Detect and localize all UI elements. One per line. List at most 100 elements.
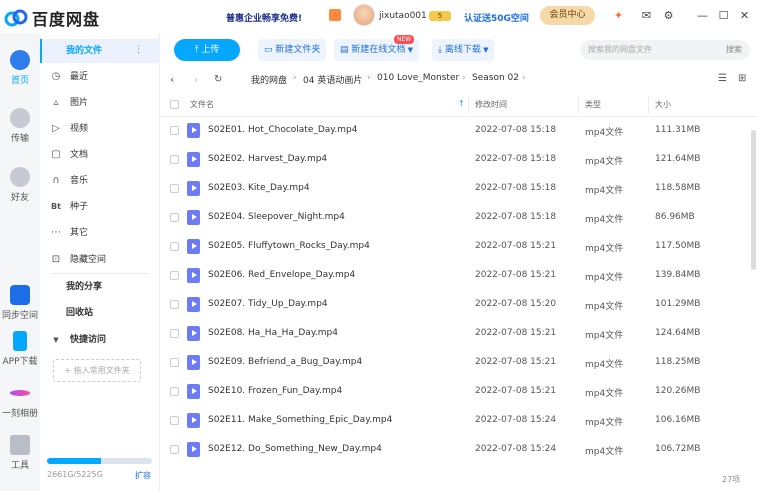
nav-item-docs[interactable]: ▢ 文档 xyxy=(50,145,88,165)
row-checkbox[interactable] xyxy=(170,184,179,193)
row-checkbox[interactable] xyxy=(170,358,179,367)
table-row[interactable]: S02E05. Fluffytown_Rocks_Day.mp4 2022-07-… xyxy=(160,233,750,262)
scrollbar[interactable] xyxy=(751,130,756,270)
sidebar-item-album[interactable]: 一刻相册 xyxy=(0,383,40,419)
row-checkbox[interactable] xyxy=(170,271,179,280)
nav-item-recent[interactable]: ◷ 最近 xyxy=(50,67,88,87)
table-row[interactable]: S02E08. Ha_Ha_Ha_Day.mp4 2022-07-08 15:21… xyxy=(160,320,750,349)
avatar[interactable] xyxy=(353,4,375,26)
file-name[interactable]: S02E10. Frozen_Fun_Day.mp4 xyxy=(208,386,342,396)
sidebar-item-app-download[interactable]: APP下载 xyxy=(0,331,40,367)
sidebar-item-transfer[interactable]: 传输 xyxy=(0,108,40,144)
column-header-type[interactable]: 类型 xyxy=(585,99,601,110)
nav-item-hidden-space[interactable]: ⊡ 隐藏空间 xyxy=(50,250,106,270)
file-name[interactable]: S02E11. Make_Something_Epic_Day.mp4 xyxy=(208,415,392,425)
maximize-icon[interactable]: ☐ xyxy=(717,9,730,22)
more-options-icon[interactable]: ⋮ xyxy=(134,45,143,55)
nav-item-label: 视频 xyxy=(70,124,89,134)
refresh-icon[interactable]: ↻ xyxy=(214,74,222,85)
breadcrumb-item[interactable]: 我的网盘 xyxy=(251,73,287,86)
offline-download-button[interactable]: ⤓ 离线下载 ▼ xyxy=(432,39,495,61)
app-logo[interactable]: 百度网盘 xyxy=(4,6,100,30)
certify-promo-link[interactable]: 认证送50G空间 xyxy=(464,11,529,24)
table-row[interactable]: S02E09. Befriend_a_Bug_Day.mp4 2022-07-08… xyxy=(160,349,750,378)
upload-button[interactable]: ⤒ 上传 xyxy=(174,39,240,61)
row-checkbox[interactable] xyxy=(170,126,179,135)
file-size: 101.29MB xyxy=(655,299,701,309)
table-row[interactable]: S02E12. Do_Something_New_Day.mp4 2022-07-… xyxy=(160,436,750,465)
select-all-checkbox[interactable] xyxy=(170,100,179,109)
file-name[interactable]: S02E01. Hot_Chocolate_Day.mp4 xyxy=(208,125,357,135)
gift-icon[interactable] xyxy=(329,9,341,21)
column-header-time[interactable]: 修改时间 xyxy=(475,99,507,110)
column-header-name[interactable]: 文件名 xyxy=(190,99,214,110)
file-name[interactable]: S02E06. Red_Envelope_Day.mp4 xyxy=(208,270,355,280)
row-checkbox[interactable] xyxy=(170,155,179,164)
sort-asc-icon[interactable]: ↑ xyxy=(458,99,465,108)
row-checkbox[interactable] xyxy=(170,387,179,396)
add-favorite-folder-dropzone[interactable]: + 拖入常用文件夹 xyxy=(53,359,141,382)
file-size: 117.50MB xyxy=(655,241,701,251)
file-name[interactable]: S02E02. Harvest_Day.mp4 xyxy=(208,154,327,164)
row-checkbox[interactable] xyxy=(170,445,179,454)
nav-item-other[interactable]: ⋯ 其它 xyxy=(50,223,88,243)
storage-progress-fill xyxy=(47,458,101,464)
video-file-icon xyxy=(187,355,200,370)
nav-item-videos[interactable]: ▷ 视频 xyxy=(50,119,88,139)
game-icon[interactable]: ✦ xyxy=(612,9,625,22)
video-icon: ▷ xyxy=(52,123,60,134)
expand-storage-link[interactable]: 扩容 xyxy=(135,470,151,481)
search-input[interactable]: 搜索我的网盘文件 搜索 xyxy=(580,40,750,60)
table-row[interactable]: S02E04. Sleepover_Night.mp4 2022-07-08 15… xyxy=(160,204,750,233)
file-name[interactable]: S02E12. Do_Something_New_Day.mp4 xyxy=(208,444,382,454)
table-row[interactable]: S02E10. Frozen_Fun_Day.mp4 2022-07-08 15:… xyxy=(160,378,750,407)
row-checkbox[interactable] xyxy=(170,242,179,251)
table-row[interactable]: S02E02. Harvest_Day.mp4 2022-07-08 15:18 m… xyxy=(160,146,750,175)
nav-recycle-bin[interactable]: 回收站 xyxy=(50,303,93,323)
breadcrumb-item[interactable]: 010 Love_Monster xyxy=(377,73,459,83)
table-row[interactable]: S02E03. Kite_Day.mp4 2022-07-08 15:18 mp4文… xyxy=(160,175,750,204)
sort-icon[interactable]: ☰ xyxy=(718,73,727,84)
row-checkbox[interactable] xyxy=(170,213,179,222)
settings-icon[interactable]: ⚙ xyxy=(662,9,675,22)
row-checkbox[interactable] xyxy=(170,329,179,338)
nav-my-files[interactable]: 我的文件 xyxy=(50,41,102,61)
file-name[interactable]: S02E03. Kite_Day.mp4 xyxy=(208,183,310,193)
column-header-size[interactable]: 大小 xyxy=(655,99,671,110)
file-name[interactable]: S02E08. Ha_Ha_Ha_Day.mp4 xyxy=(208,328,338,338)
nav-quick-access[interactable]: ▼ 快捷访问 xyxy=(50,330,106,350)
row-checkbox[interactable] xyxy=(170,300,179,309)
nav-item-torrent[interactable]: Bt 种子 xyxy=(50,197,88,217)
file-name[interactable]: S02E09. Befriend_a_Bug_Day.mp4 xyxy=(208,357,362,367)
sidebar-item-label: 同步空间 xyxy=(1,311,38,321)
table-row[interactable]: S02E11. Make_Something_Epic_Day.mp4 2022-… xyxy=(160,407,750,436)
breadcrumb-item[interactable]: Season 02 xyxy=(472,73,519,83)
file-name[interactable]: S02E04. Sleepover_Night.mp4 xyxy=(208,212,345,222)
new-folder-button[interactable]: ▭ 新建文件夹 xyxy=(258,39,327,61)
file-name[interactable]: S02E05. Fluffytown_Rocks_Day.mp4 xyxy=(208,241,370,251)
row-checkbox[interactable] xyxy=(170,416,179,425)
sidebar-item-home[interactable]: 首页 xyxy=(0,50,40,86)
breadcrumb-item[interactable]: 04 英语动画片 xyxy=(303,73,362,86)
sidebar-item-tools[interactable]: 工具 xyxy=(0,435,40,471)
search-button[interactable]: 搜索 xyxy=(726,40,742,60)
nav-my-share[interactable]: 我的分享 xyxy=(50,277,102,297)
back-icon[interactable]: ‹ xyxy=(170,73,174,86)
file-name[interactable]: S02E07. Tidy_Up_Day.mp4 xyxy=(208,299,328,309)
member-center-button[interactable]: 会员中心 xyxy=(540,6,595,25)
table-row[interactable]: S02E07. Tidy_Up_Day.mp4 2022-07-08 15:20 m… xyxy=(160,291,750,320)
nav-item-music[interactable]: ∩ 音乐 xyxy=(50,171,88,191)
grid-view-icon[interactable]: ⊞ xyxy=(738,73,746,84)
mail-icon[interactable]: ✉ xyxy=(640,9,653,22)
sidebar-item-sync[interactable]: 同步空间 xyxy=(0,285,40,321)
forward-icon[interactable]: › xyxy=(194,73,198,86)
table-row[interactable]: S02E06. Red_Envelope_Day.mp4 2022-07-08 1… xyxy=(160,262,750,291)
nav-item-images[interactable]: ▵ 图片 xyxy=(50,93,88,113)
username[interactable]: jixutao001 xyxy=(379,11,427,21)
minimize-icon[interactable]: — xyxy=(696,9,709,22)
file-time: 2022-07-08 15:24 xyxy=(475,415,557,425)
table-row[interactable]: S02E01. Hot_Chocolate_Day.mp4 2022-07-08 … xyxy=(160,117,750,146)
enterprise-promo-link[interactable]: 普惠企业畅享免费! xyxy=(226,11,302,24)
close-icon[interactable]: ✕ xyxy=(738,9,751,22)
sidebar-item-friends[interactable]: 好友 xyxy=(0,167,40,203)
